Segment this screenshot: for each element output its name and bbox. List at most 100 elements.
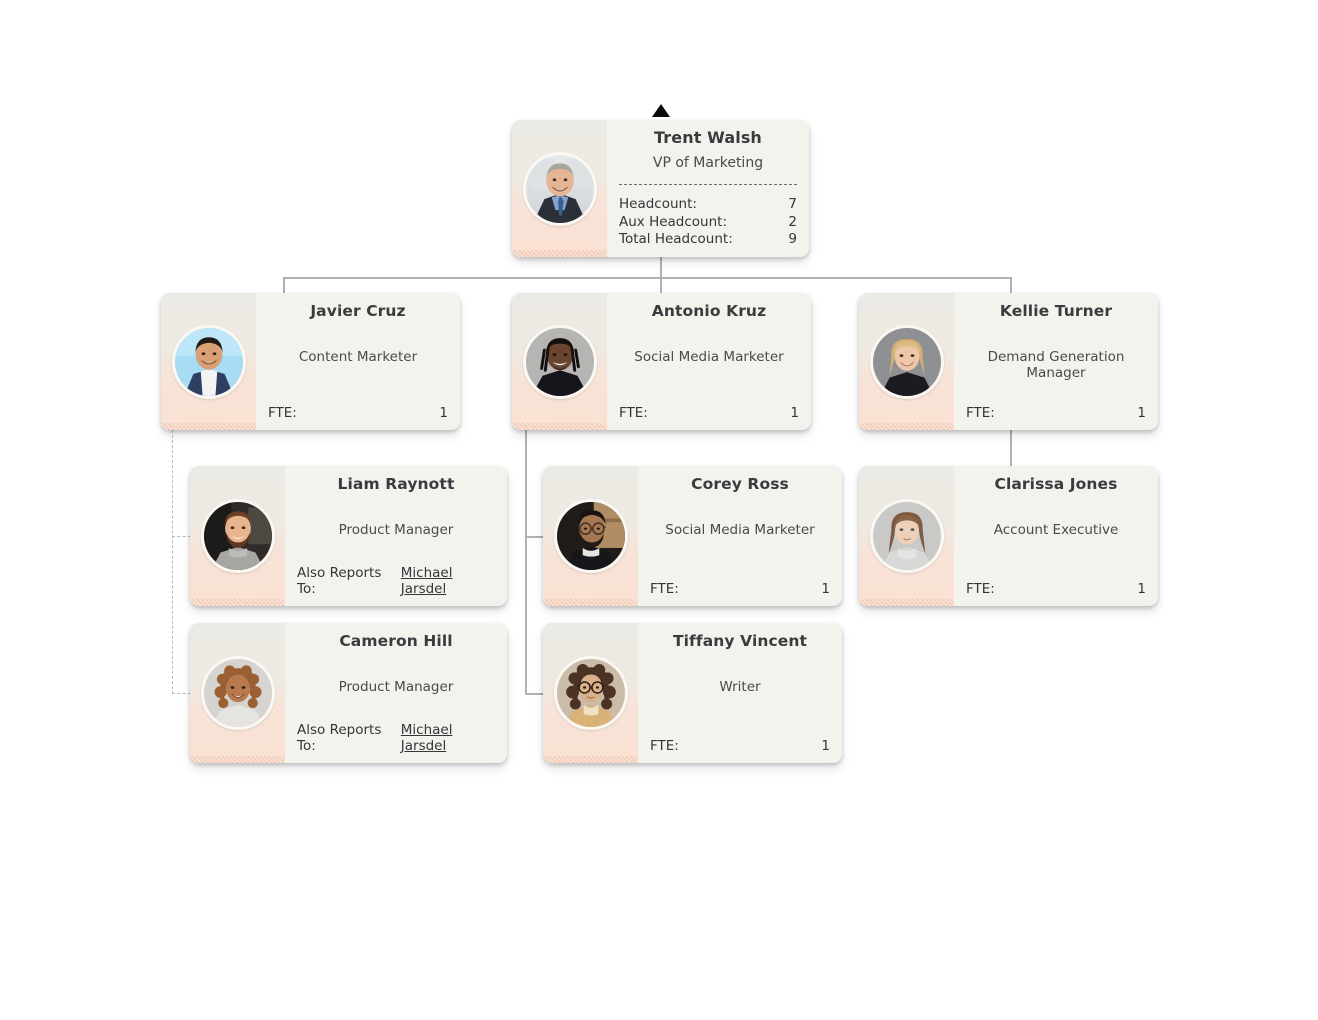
node-body: Cameron Hill Product Manager Also Report… bbox=[285, 623, 507, 763]
stat-row-aux-headcount: Aux Headcount: 2 bbox=[619, 214, 797, 232]
stat-row-headcount: Headcount: 7 bbox=[619, 196, 797, 214]
fte-value: 1 bbox=[821, 581, 830, 597]
portrait-man-blue-background bbox=[174, 327, 243, 396]
node-name: Trent Walsh bbox=[654, 128, 762, 147]
node-body: Trent Walsh VP of Marketing Headcount: 7… bbox=[607, 120, 809, 257]
org-node-cameron-hill[interactable]: Cameron Hill Product Manager Also Report… bbox=[190, 623, 507, 763]
org-node-corey-ross[interactable]: Corey Ross Social Media Marketer FTE: 1 bbox=[543, 466, 842, 606]
fte-label: FTE: bbox=[268, 405, 297, 421]
stat-label: Headcount: bbox=[619, 196, 697, 212]
connector-aux-to-liam bbox=[172, 536, 191, 537]
node-footer: FTE: 1 bbox=[619, 405, 799, 421]
portrait-man-dreadlocks-black-shirt bbox=[525, 327, 594, 396]
node-footer: FTE: 1 bbox=[966, 581, 1146, 597]
fte-value: 1 bbox=[790, 405, 799, 421]
also-reports-to-label: Also Reports To: bbox=[297, 565, 382, 597]
node-body: Tiffany Vincent Writer FTE: 1 bbox=[638, 623, 842, 763]
portrait-man-glasses-beard bbox=[556, 502, 625, 570]
node-body: Javier Cruz Content Marketer FTE: 1 bbox=[256, 293, 460, 430]
org-node-liam-raynott[interactable]: Liam Raynott Product Manager Also Report… bbox=[190, 466, 507, 606]
avatar-clarissa-jones bbox=[869, 499, 944, 573]
node-title: Social Media Marketer bbox=[634, 349, 784, 365]
node-footer: FTE: 1 bbox=[650, 581, 830, 597]
stat-value: 9 bbox=[788, 231, 797, 247]
node-title: Product Manager bbox=[338, 679, 454, 695]
fte-value: 1 bbox=[1137, 581, 1146, 597]
node-title: Demand Generation Manager bbox=[987, 349, 1125, 381]
node-photo-panel bbox=[859, 466, 954, 606]
node-body: Antonio Kruz Social Media Marketer FTE: … bbox=[607, 293, 811, 430]
fte-label: FTE: bbox=[966, 581, 995, 597]
node-footer: FTE: 1 bbox=[268, 405, 448, 421]
fte-label: FTE: bbox=[619, 405, 648, 421]
up-triangle-icon bbox=[652, 104, 670, 117]
stat-label: Aux Headcount: bbox=[619, 213, 728, 230]
node-title: Social Media Marketer bbox=[665, 522, 815, 538]
connector-drop-kellie bbox=[1010, 277, 1012, 294]
org-chart-canvas: Trent Walsh VP of Marketing Headcount: 7… bbox=[0, 0, 1318, 1020]
connector-kellie-to-clarissa bbox=[1010, 430, 1012, 467]
node-footer: FTE: 1 bbox=[966, 405, 1146, 421]
fte-label: FTE: bbox=[650, 581, 679, 597]
connector-aux-trunk bbox=[172, 430, 173, 694]
portrait-woman-blonde-wavy-hair bbox=[872, 327, 941, 396]
fte-value: 1 bbox=[439, 405, 448, 421]
org-node-trent-walsh[interactable]: Trent Walsh VP of Marketing Headcount: 7… bbox=[512, 120, 809, 257]
stat-label: Total Headcount: bbox=[619, 231, 733, 247]
fte-value: 1 bbox=[821, 738, 830, 754]
also-reports-to-link[interactable]: Michael Jarsdel bbox=[401, 722, 495, 754]
portrait-man-gray-hair-suit bbox=[525, 154, 594, 223]
connector-drop-javier bbox=[283, 277, 285, 294]
node-photo-panel bbox=[190, 623, 285, 763]
node-name: Antonio Kruz bbox=[651, 302, 767, 320]
connector-level1-bus bbox=[283, 277, 1011, 279]
org-node-tiffany-vincent[interactable]: Tiffany Vincent Writer FTE: 1 bbox=[543, 623, 842, 763]
connector-root-stem bbox=[660, 257, 662, 278]
avatar-corey-ross bbox=[553, 499, 628, 573]
avatar-trent-walsh bbox=[522, 151, 597, 226]
node-photo-panel bbox=[543, 623, 638, 763]
avatar-liam-raynott bbox=[200, 499, 275, 573]
avatar-antonio-kruz bbox=[522, 324, 597, 399]
fte-label: FTE: bbox=[650, 738, 679, 754]
node-name: Kellie Turner bbox=[999, 302, 1113, 320]
node-photo-panel bbox=[859, 293, 954, 430]
connector-aux-to-cameron bbox=[172, 693, 191, 694]
org-node-clarissa-jones[interactable]: Clarissa Jones Account Executive FTE: 1 bbox=[859, 466, 1158, 606]
node-title: Account Executive bbox=[993, 522, 1119, 538]
node-body: Corey Ross Social Media Marketer FTE: 1 bbox=[638, 466, 842, 606]
node-title: Content Marketer bbox=[298, 349, 418, 365]
org-node-antonio-kruz[interactable]: Antonio Kruz Social Media Marketer FTE: … bbox=[512, 293, 811, 430]
node-name: Liam Raynott bbox=[337, 475, 455, 493]
node-footer: Also Reports To: Michael Jarsdel bbox=[297, 722, 495, 754]
node-stats: Headcount: 7 Aux Headcount: 2 Total Head… bbox=[619, 196, 797, 249]
avatar-javier-cruz bbox=[171, 324, 246, 399]
fte-value: 1 bbox=[1137, 405, 1146, 421]
also-reports-to-label: Also Reports To: bbox=[297, 722, 382, 754]
fte-label: FTE: bbox=[966, 405, 995, 421]
node-name: Javier Cruz bbox=[310, 302, 406, 320]
node-name: Cameron Hill bbox=[339, 632, 453, 650]
node-name: Clarissa Jones bbox=[994, 475, 1118, 493]
portrait-man-beard-gray-sweater bbox=[203, 502, 272, 570]
connector-antonio-trunk bbox=[525, 430, 527, 694]
node-footer: Also Reports To: Michael Jarsdel bbox=[297, 565, 495, 597]
node-footer: FTE: 1 bbox=[650, 738, 830, 754]
node-photo-panel bbox=[543, 466, 638, 606]
org-node-javier-cruz[interactable]: Javier Cruz Content Marketer FTE: 1 bbox=[161, 293, 460, 430]
node-body: Liam Raynott Product Manager Also Report… bbox=[285, 466, 507, 606]
portrait-woman-glasses-curly-hair bbox=[556, 659, 625, 727]
stat-row-total-headcount: Total Headcount: 9 bbox=[619, 231, 797, 249]
avatar-cameron-hill bbox=[200, 656, 275, 730]
node-body: Kellie Turner Demand Generation Manager … bbox=[954, 293, 1158, 430]
node-photo-panel bbox=[512, 293, 607, 430]
stat-value: 2 bbox=[788, 213, 797, 230]
node-name: Corey Ross bbox=[691, 475, 789, 493]
stat-value: 7 bbox=[788, 196, 797, 212]
also-reports-to-link[interactable]: Michael Jarsdel bbox=[401, 565, 495, 597]
org-node-kellie-turner[interactable]: Kellie Turner Demand Generation Manager … bbox=[859, 293, 1158, 430]
portrait-woman-brown-hair-neutral bbox=[872, 502, 941, 570]
node-title: VP of Marketing bbox=[652, 155, 764, 171]
connector-antonio-to-corey bbox=[525, 536, 544, 538]
node-photo-panel bbox=[190, 466, 285, 606]
